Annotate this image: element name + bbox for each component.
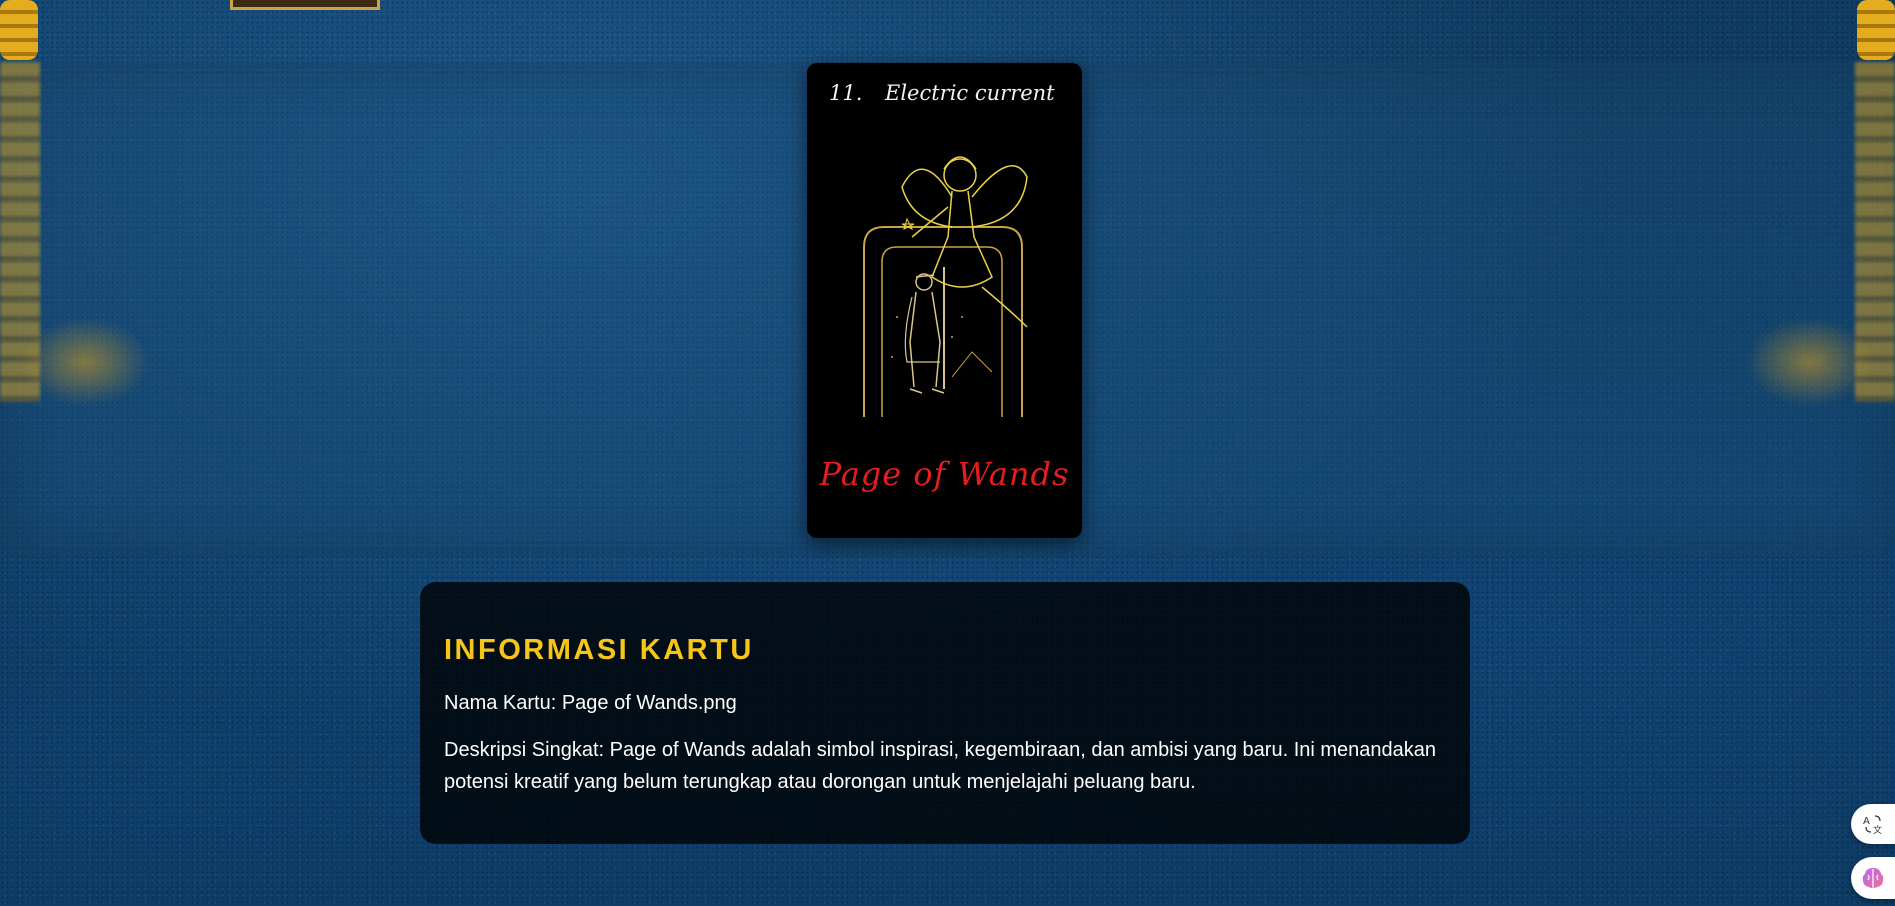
tarot-card[interactable]: 11. Electric current Page of Wands	[807, 63, 1082, 538]
info-title: INFORMASI KARTU	[444, 634, 754, 666]
card-info-panel: INFORMASI KARTU Nama Kartu: Page of Wand…	[420, 582, 1470, 844]
left-ornament-top	[0, 0, 38, 60]
svg-text:A: A	[1863, 816, 1870, 827]
right-ornament-top	[1857, 0, 1895, 60]
ai-assistant-button[interactable]	[1851, 857, 1895, 899]
top-frame-decoration	[230, 0, 380, 10]
left-flourish	[20, 317, 150, 407]
translate-button[interactable]: A 文	[1851, 804, 1895, 844]
card-name: Page of Wands	[819, 455, 1070, 493]
card-illustration	[863, 156, 1028, 417]
svg-text:文: 文	[1873, 824, 1882, 835]
card-number: 11.	[829, 81, 863, 105]
brain-icon	[1862, 868, 1884, 888]
translate-icon: A 文	[1863, 815, 1882, 835]
card-description-line: Deskripsi Singkat: Page of Wands adalah …	[444, 739, 1437, 793]
card-subtitle: Electric current	[885, 81, 1055, 105]
right-flourish	[1745, 317, 1875, 407]
card-name-line: Nama Kartu: Page of Wands.png	[444, 692, 737, 714]
